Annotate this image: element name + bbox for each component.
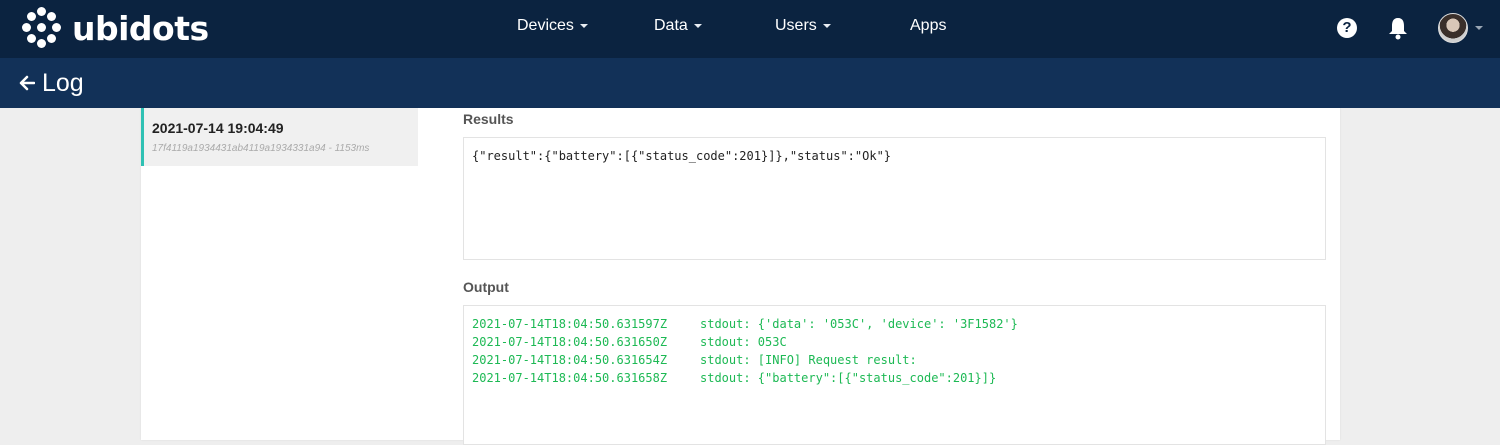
log-item-meta: 17f4119a1934431ab4119a1934331a94 - 1153m… — [152, 143, 370, 154]
log-item-date: 2021-07-14 19:04:49 — [152, 120, 284, 136]
top-navbar: ubidots Devices Data Users Apps ? — [0, 0, 1500, 58]
log-panel: 2021-07-14 19:04:49 17f4119a1934431ab411… — [141, 108, 1340, 445]
nav-users[interactable]: Users — [775, 17, 831, 35]
output-timestamp: 2021-07-14T18:04:50.631654Z — [472, 353, 668, 367]
chevron-down-icon — [579, 23, 588, 28]
arrow-left-icon[interactable] — [19, 75, 35, 91]
output-box: 2021-07-14T18:04:50.631597Z stdout: {'da… — [463, 305, 1326, 445]
output-line: 2021-07-14T18:04:50.631654Z stdout: [INF… — [472, 353, 1317, 371]
output-timestamp: 2021-07-14T18:04:50.631597Z — [472, 317, 668, 331]
results-content: {"result":{"battery":[{"status_code":201… — [472, 149, 892, 163]
output-line: 2021-07-14T18:04:50.631658Z stdout: {"ba… — [472, 371, 1317, 389]
output-timestamp: 2021-07-14T18:04:50.631650Z — [472, 335, 668, 349]
output-message: stdout: {'data': '053C', 'device': '3F15… — [700, 317, 1018, 331]
chevron-down-icon — [822, 23, 831, 28]
output-line: 2021-07-14T18:04:50.631650Z stdout: 053C — [472, 335, 1317, 353]
nav-data[interactable]: Data — [654, 17, 702, 35]
output-message: stdout: 053C — [700, 335, 787, 349]
logo-dots-icon — [20, 6, 64, 50]
page-title: Log — [42, 69, 84, 97]
page-header: Log — [0, 58, 1500, 108]
nav-apps-label: Apps — [910, 17, 947, 34]
nav-devices[interactable]: Devices — [517, 17, 588, 35]
output-timestamp: 2021-07-14T18:04:50.631658Z — [472, 371, 668, 385]
chevron-down-icon — [693, 23, 702, 28]
results-box: {"result":{"battery":[{"status_code":201… — [463, 137, 1326, 260]
nav-data-label: Data — [654, 17, 688, 34]
log-list: 2021-07-14 19:04:49 17f4119a1934431ab411… — [141, 108, 418, 440]
avatar[interactable] — [1438, 13, 1468, 43]
nav-apps[interactable]: Apps — [910, 17, 946, 35]
bell-icon[interactable] — [1387, 16, 1409, 40]
log-list-item[interactable]: 2021-07-14 19:04:49 17f4119a1934431ab411… — [141, 108, 418, 166]
nav-users-label: Users — [775, 17, 817, 34]
output-message: stdout: [INFO] Request result: — [700, 353, 917, 367]
nav-devices-label: Devices — [517, 17, 574, 34]
output-label: Output — [463, 279, 509, 295]
results-label: Results — [463, 111, 514, 127]
brand-name: ubidots — [72, 8, 209, 48]
chevron-down-icon[interactable] — [1475, 26, 1483, 30]
output-message: stdout: {"battery":[{"status_code":201}]… — [700, 371, 997, 385]
output-line: 2021-07-14T18:04:50.631597Z stdout: {'da… — [472, 317, 1317, 335]
ubidots-logo[interactable]: ubidots — [20, 6, 209, 50]
help-icon[interactable]: ? — [1337, 18, 1357, 38]
